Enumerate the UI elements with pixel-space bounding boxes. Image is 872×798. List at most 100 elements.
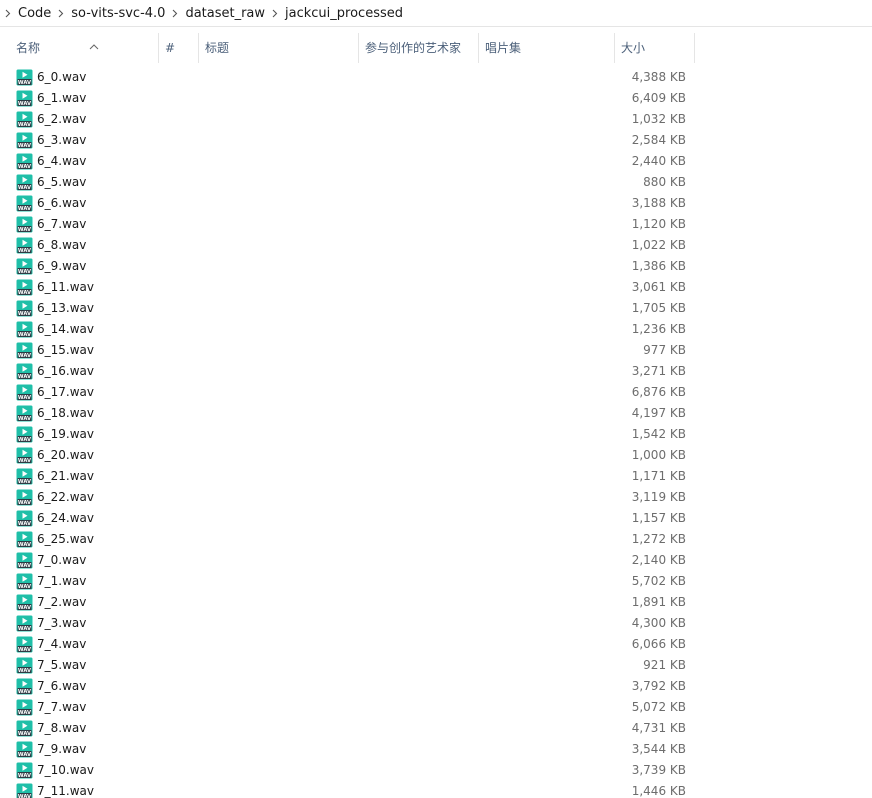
file-name[interactable]: 6_15.wav <box>37 340 94 361</box>
file-name[interactable]: 7_10.wav <box>37 760 94 781</box>
file-row[interactable]: WAV 7_4.wav 6,066 KB <box>0 634 872 655</box>
file-row[interactable]: WAV 6_22.wav 3,119 KB <box>0 487 872 508</box>
file-name[interactable]: 6_2.wav <box>37 109 86 130</box>
column-header-album[interactable]: 唱片集 <box>479 33 615 63</box>
file-row[interactable]: WAV 6_1.wav 6,409 KB <box>0 88 872 109</box>
file-row[interactable]: WAV 7_9.wav 3,544 KB <box>0 739 872 760</box>
file-row[interactable]: WAV 6_16.wav 3,271 KB <box>0 361 872 382</box>
file-row[interactable]: WAV 6_21.wav 1,171 KB <box>0 466 872 487</box>
file-name[interactable]: 6_1.wav <box>37 88 86 109</box>
file-row[interactable]: WAV 6_4.wav 2,440 KB <box>0 151 872 172</box>
column-header-number[interactable]: # <box>159 33 199 63</box>
file-size: 6,876 KB <box>631 385 686 399</box>
file-row[interactable]: WAV 6_2.wav 1,032 KB <box>0 109 872 130</box>
svg-text:WAV: WAV <box>18 500 31 506</box>
file-name[interactable]: 6_3.wav <box>37 130 86 151</box>
file-row[interactable]: WAV 6_5.wav 880 KB <box>0 172 872 193</box>
file-row[interactable]: WAV 7_8.wav 4,731 KB <box>0 718 872 739</box>
file-name[interactable]: 7_6.wav <box>37 676 86 697</box>
breadcrumb-item-jackcui-processed[interactable]: jackcui_processed <box>282 0 406 27</box>
file-row[interactable]: WAV 6_6.wav 3,188 KB <box>0 193 872 214</box>
file-name[interactable]: 6_11.wav <box>37 277 94 298</box>
file-row[interactable]: WAV 6_11.wav 3,061 KB <box>0 277 872 298</box>
file-row[interactable]: WAV 6_0.wav 4,388 KB <box>0 67 872 88</box>
file-name[interactable]: 7_0.wav <box>37 550 86 571</box>
chevron-right-icon[interactable] <box>168 0 182 27</box>
wav-audio-file-icon: WAV <box>16 258 33 275</box>
breadcrumb-item-dataset-raw[interactable]: dataset_raw <box>182 0 268 27</box>
file-name[interactable]: 6_21.wav <box>37 466 94 487</box>
svg-text:WAV: WAV <box>18 521 31 527</box>
file-name[interactable]: 6_19.wav <box>37 424 94 445</box>
file-name[interactable]: 7_1.wav <box>37 571 86 592</box>
file-name[interactable]: 7_3.wav <box>37 613 86 634</box>
file-row[interactable]: WAV 7_11.wav 1,446 KB <box>0 781 872 798</box>
file-name[interactable]: 6_4.wav <box>37 151 86 172</box>
file-name[interactable]: 7_5.wav <box>37 655 86 676</box>
file-name[interactable]: 6_20.wav <box>37 445 94 466</box>
file-name[interactable]: 7_9.wav <box>37 739 86 760</box>
file-row[interactable]: WAV 6_25.wav 1,272 KB <box>0 529 872 550</box>
breadcrumb: Code so-vits-svc-4.0 dataset_raw jackcui… <box>0 0 872 27</box>
column-header-title[interactable]: 标题 <box>199 33 359 63</box>
file-row[interactable]: WAV 7_5.wav 921 KB <box>0 655 872 676</box>
file-row[interactable]: WAV 6_14.wav 1,236 KB <box>0 319 872 340</box>
file-name[interactable]: 6_5.wav <box>37 172 86 193</box>
file-row[interactable]: WAV 6_13.wav 1,705 KB <box>0 298 872 319</box>
file-row[interactable]: WAV 6_19.wav 1,542 KB <box>0 424 872 445</box>
file-size: 1,705 KB <box>631 301 686 315</box>
file-row[interactable]: WAV 7_10.wav 3,739 KB <box>0 760 872 781</box>
file-name[interactable]: 7_8.wav <box>37 718 86 739</box>
wav-audio-file-icon: WAV <box>16 342 33 359</box>
file-row[interactable]: WAV 6_7.wav 1,120 KB <box>0 214 872 235</box>
file-name[interactable]: 6_13.wav <box>37 298 94 319</box>
file-size: 4,300 KB <box>631 616 686 630</box>
file-name[interactable]: 6_25.wav <box>37 529 94 550</box>
file-name[interactable]: 7_11.wav <box>37 781 94 798</box>
file-row[interactable]: WAV 7_1.wav 5,702 KB <box>0 571 872 592</box>
wav-audio-file-icon: WAV <box>16 783 33 798</box>
file-row[interactable]: WAV 6_24.wav 1,157 KB <box>0 508 872 529</box>
column-header-artists[interactable]: 参与创作的艺术家 <box>359 33 479 63</box>
file-row[interactable]: WAV 6_18.wav 4,197 KB <box>0 403 872 424</box>
file-name[interactable]: 6_8.wav <box>37 235 86 256</box>
file-name[interactable]: 6_22.wav <box>37 487 94 508</box>
file-name[interactable]: 6_24.wav <box>37 508 94 529</box>
file-name[interactable]: 6_9.wav <box>37 256 86 277</box>
file-name[interactable]: 7_2.wav <box>37 592 86 613</box>
file-name[interactable]: 7_4.wav <box>37 634 86 655</box>
file-name[interactable]: 6_7.wav <box>37 214 86 235</box>
wav-audio-file-icon: WAV <box>16 678 33 695</box>
svg-text:WAV: WAV <box>18 605 31 611</box>
file-name[interactable]: 6_14.wav <box>37 319 94 340</box>
file-row[interactable]: WAV 6_17.wav 6,876 KB <box>0 382 872 403</box>
file-row[interactable]: WAV 6_15.wav 977 KB <box>0 340 872 361</box>
breadcrumb-item-code[interactable]: Code <box>15 0 54 27</box>
file-row[interactable]: WAV 6_9.wav 1,386 KB <box>0 256 872 277</box>
file-row[interactable]: WAV 7_0.wav 2,140 KB <box>0 550 872 571</box>
column-header-size[interactable]: 大小 <box>615 33 695 63</box>
svg-text:WAV: WAV <box>18 479 31 485</box>
chevron-right-icon[interactable] <box>268 0 282 27</box>
file-row[interactable]: WAV 7_7.wav 5,072 KB <box>0 697 872 718</box>
file-row[interactable]: WAV 7_2.wav 1,891 KB <box>0 592 872 613</box>
file-row[interactable]: WAV 6_20.wav 1,000 KB <box>0 445 872 466</box>
file-size: 6,066 KB <box>631 637 686 651</box>
file-size: 1,891 KB <box>631 595 686 609</box>
file-row[interactable]: WAV 7_6.wav 3,792 KB <box>0 676 872 697</box>
wav-audio-file-icon: WAV <box>16 636 33 653</box>
file-name[interactable]: 6_18.wav <box>37 403 94 424</box>
file-row[interactable]: WAV 7_3.wav 4,300 KB <box>0 613 872 634</box>
file-name[interactable]: 6_16.wav <box>37 361 94 382</box>
chevron-right-icon[interactable] <box>54 0 68 27</box>
file-name[interactable]: 7_7.wav <box>37 697 86 718</box>
file-size: 3,792 KB <box>631 679 686 693</box>
file-name[interactable]: 6_6.wav <box>37 193 86 214</box>
file-name[interactable]: 6_0.wav <box>37 67 86 88</box>
file-row[interactable]: WAV 6_3.wav 2,584 KB <box>0 130 872 151</box>
breadcrumb-item-so-vits-svc[interactable]: so-vits-svc-4.0 <box>68 0 168 27</box>
file-row[interactable]: WAV 6_8.wav 1,022 KB <box>0 235 872 256</box>
file-name[interactable]: 6_17.wav <box>37 382 94 403</box>
column-header-name[interactable]: 名称 <box>10 33 159 63</box>
chevron-right-icon[interactable] <box>1 0 15 27</box>
